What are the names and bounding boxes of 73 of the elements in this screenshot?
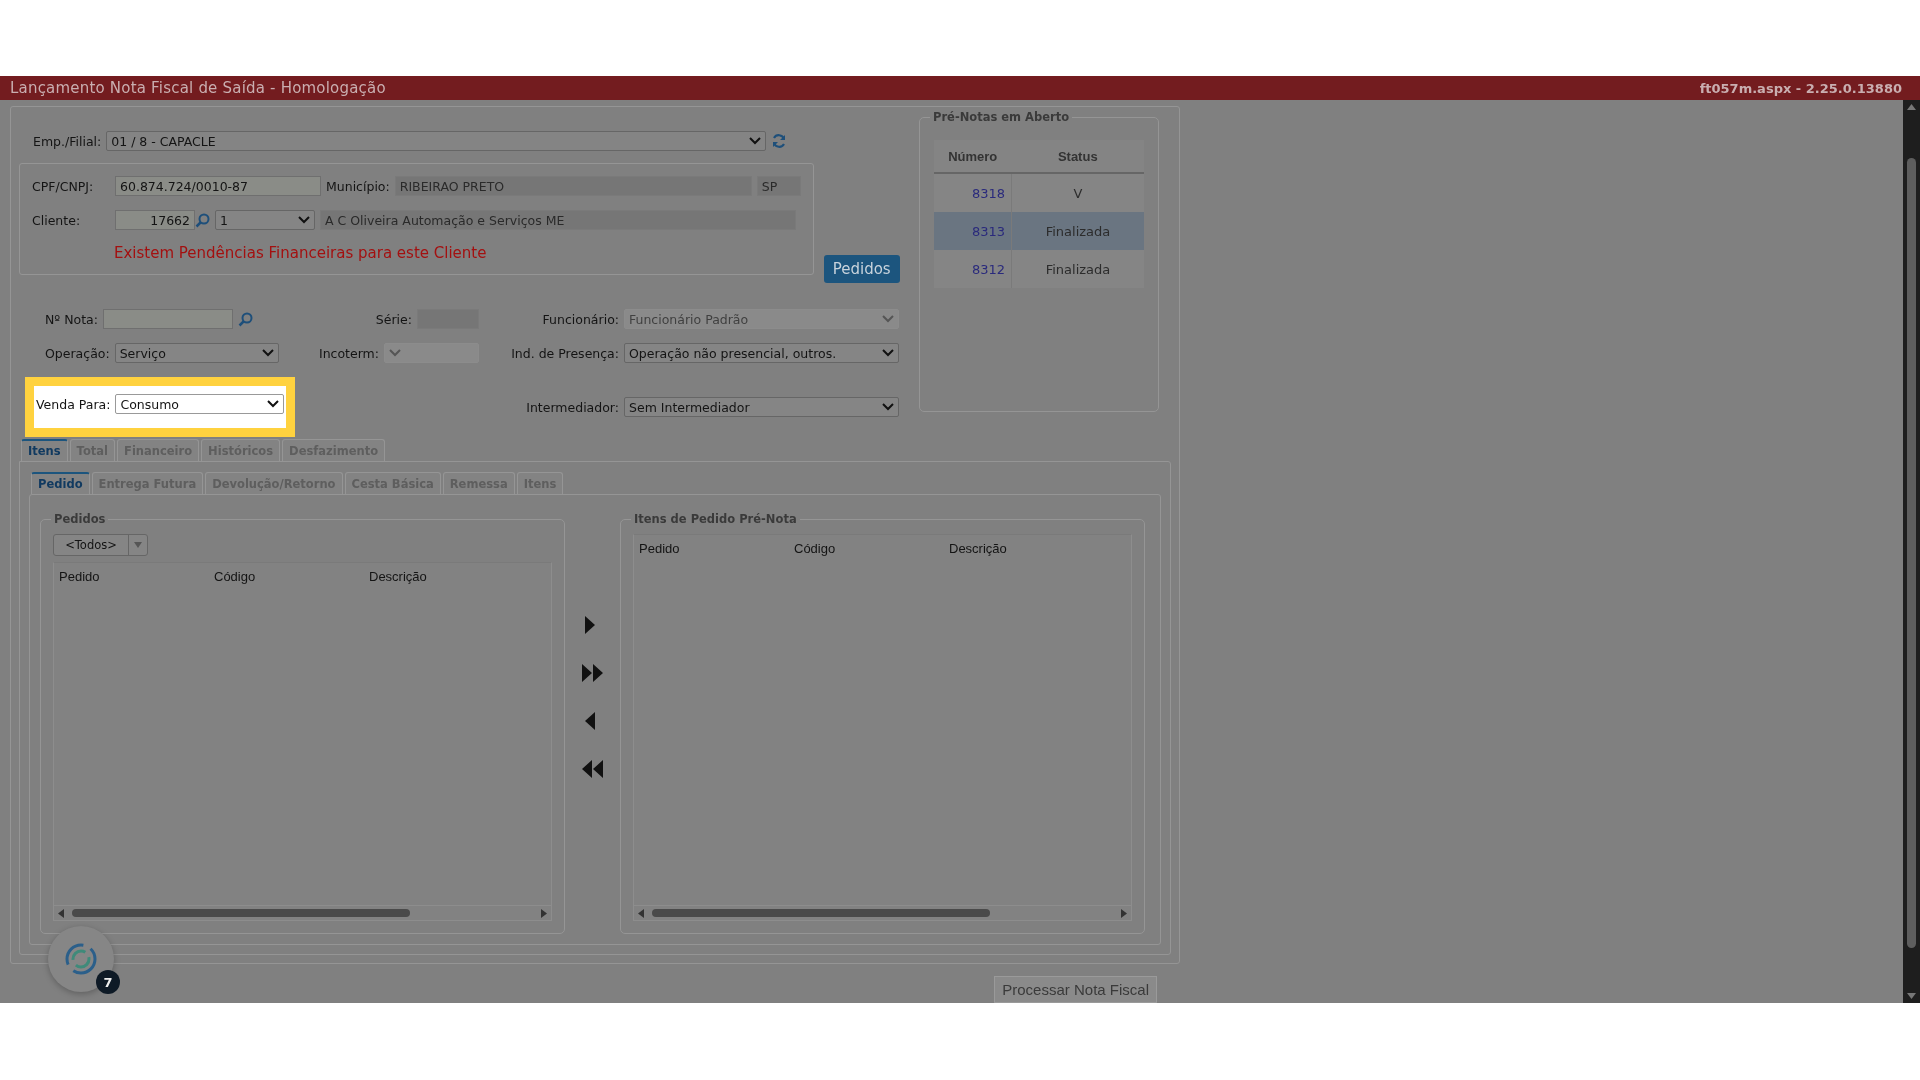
column-header: Descrição: [369, 569, 428, 584]
move-all-right-icon[interactable]: [580, 661, 605, 684]
page-title: Lançamento Nota Fiscal de Saída - Homologação: [10, 79, 386, 97]
note-number-link[interactable]: 8312: [934, 250, 1012, 288]
dropdown-caret-icon: [298, 216, 310, 224]
dropdown-caret-icon: [389, 349, 401, 357]
column-header: Pedido: [639, 541, 681, 556]
field-label: Funcionário:: [542, 311, 619, 327]
dropdown-caret-icon: [882, 349, 894, 357]
field-label: Ind. de Presença:: [511, 345, 619, 361]
field-label: Venda Para:: [36, 396, 111, 412]
cpf-field[interactable]: 60.874.724/0010-87: [115, 176, 321, 196]
column-header: Código: [794, 541, 837, 556]
panel-title: Pedidos: [51, 512, 109, 526]
scroll-left-icon[interactable]: [58, 908, 64, 918]
chat-button[interactable]: [48, 926, 114, 992]
search-icon[interactable]: [195, 212, 210, 228]
field-label: Operação:: [45, 345, 110, 361]
scroll-up-icon[interactable]: [1907, 104, 1916, 110]
scroll-right-icon[interactable]: [1121, 908, 1127, 918]
company-dropdown[interactable]: 01 / 8 - CAPACLE: [106, 131, 767, 151]
move-all-left-icon[interactable]: [580, 757, 605, 780]
field-label: Cliente:: [32, 212, 82, 228]
panel-title: Pré-Notas em Aberto: [930, 110, 1073, 124]
column-header: Descrição: [949, 541, 1008, 556]
column-header: Pedido: [59, 569, 101, 584]
orders-button[interactable]: Pedidos: [823, 255, 900, 283]
horizontal-scrollbar[interactable]: [634, 905, 1131, 920]
notification-badge: 7: [96, 970, 120, 994]
field-label: Nº Nota:: [45, 311, 98, 327]
field-label: Emp./Filial:: [33, 133, 102, 149]
dropdown-caret-icon: [267, 400, 279, 408]
version-label: ft057m.aspx - 2.25.0.13880: [1699, 80, 1902, 96]
column-header: Número: [934, 140, 1012, 173]
search-icon[interactable]: [238, 311, 253, 327]
city-field: RIBEIRAO PRETO: [394, 176, 752, 196]
column-header: Status: [1011, 140, 1144, 173]
client-code-field[interactable]: 17662: [115, 210, 195, 230]
field-label: CPF/CNPJ:: [32, 178, 95, 194]
note-number-field[interactable]: [103, 309, 233, 329]
field-label: Incoterm:: [318, 345, 379, 361]
state-field: SP: [756, 176, 801, 196]
column-header: Código: [214, 569, 257, 584]
scroll-right-icon[interactable]: [541, 908, 547, 918]
warning-message: Existem Pendências Financeiras para este Cliente: [114, 244, 488, 262]
dropdown-caret-icon: [749, 137, 762, 145]
note-number-link[interactable]: 8318: [934, 173, 1012, 212]
horizontal-scrollbar[interactable]: [54, 905, 551, 920]
presence-dropdown[interactable]: Operação não presencial, outros.: [624, 343, 899, 363]
scroll-left-icon[interactable]: [638, 908, 644, 918]
status-cell: Finalizada: [1011, 212, 1144, 250]
field-label: Intermediador:: [526, 399, 619, 415]
sale-for-dropdown[interactable]: Consumo: [115, 394, 284, 414]
scroll-down-icon[interactable]: [1907, 993, 1916, 999]
dropdown-caret-icon: [882, 315, 894, 323]
tab[interactable]: Itens: [21, 439, 68, 461]
intermediary-dropdown[interactable]: Sem Intermediador: [624, 397, 899, 417]
filter-dropdown[interactable]: <Todos>: [53, 534, 148, 556]
field-label: Município:: [326, 178, 390, 194]
dropdown-caret-icon: [262, 349, 274, 357]
client-sequence-dropdown[interactable]: 1: [215, 210, 315, 230]
note-number-link[interactable]: 8313: [934, 212, 1012, 250]
operation-dropdown[interactable]: Serviço: [114, 343, 279, 363]
scrollbar[interactable]: [1903, 100, 1920, 1003]
refresh-icon[interactable]: [771, 133, 788, 149]
tab[interactable]: Pedido: [31, 472, 90, 494]
dropdown-caret-icon: [882, 403, 894, 411]
status-cell: V: [1011, 173, 1144, 212]
panel-title: Itens de Pedido Pré-Nota: [631, 512, 800, 526]
status-cell: Finalizada: [1011, 250, 1144, 288]
caret-icon: [134, 542, 142, 548]
client-name-field: A C Oliveira Automação e Serviços ME: [320, 210, 796, 230]
field-label: Série:: [375, 311, 412, 327]
